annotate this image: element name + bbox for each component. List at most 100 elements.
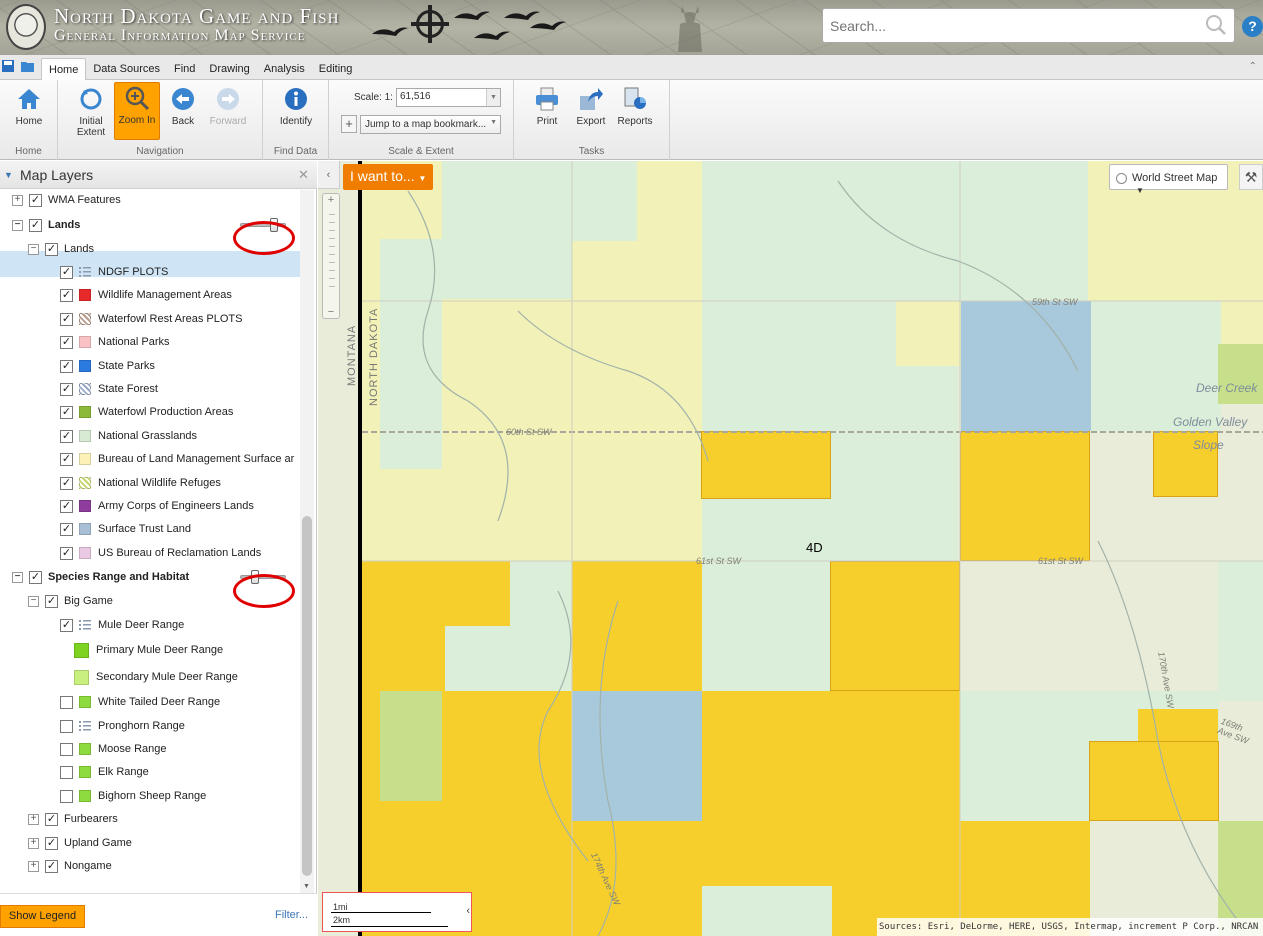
layer-row[interactable]: ✓ National Parks xyxy=(60,332,170,352)
expand-icon[interactable]: + xyxy=(12,194,23,206)
map-view[interactable]: MONTANA NORTH DAKOTA 59th St SW 60th St … xyxy=(318,161,1263,936)
collapse-icon[interactable]: − xyxy=(28,595,39,607)
layer-checkbox[interactable]: ✓ xyxy=(60,288,73,302)
layer-row[interactable]: + ✓ Furbearers xyxy=(28,809,118,829)
tab-home[interactable]: Home xyxy=(41,58,87,81)
zoom-ticks[interactable] xyxy=(329,214,335,294)
layer-checkbox[interactable]: ✓ xyxy=(60,522,73,536)
layer-row[interactable]: Moose Range xyxy=(60,739,167,759)
scale-dropdown-icon[interactable]: ▼ xyxy=(486,89,500,106)
collapse-icon[interactable]: − xyxy=(28,243,39,255)
layer-checkbox[interactable]: ✓ xyxy=(60,335,73,349)
tools-icon[interactable]: ⚒ xyxy=(1239,164,1263,190)
layer-row[interactable]: + ✓ WMA Features xyxy=(12,190,121,210)
save-icon[interactable] xyxy=(2,60,16,72)
reports-button[interactable]: Reports xyxy=(610,84,660,140)
help-icon[interactable]: ? xyxy=(1242,16,1263,37)
bookmark-dropdown[interactable]: Jump to a map bookmark... ▼ xyxy=(360,115,501,134)
layer-row[interactable]: ✓ US Bureau of Reclamation Lands xyxy=(60,543,261,563)
home-button[interactable]: Home xyxy=(4,84,54,140)
layer-checkbox[interactable]: ✓ xyxy=(60,382,73,396)
layer-row[interactable]: Elk Range xyxy=(60,762,149,782)
layer-checkbox[interactable]: ✓ xyxy=(45,836,58,850)
layer-row[interactable]: ✓ Mule Deer Range xyxy=(60,615,184,635)
layer-checkbox[interactable] xyxy=(60,765,73,779)
filter-link[interactable]: Filter... xyxy=(275,909,308,921)
layer-scrollbar[interactable]: ▼ xyxy=(300,190,314,893)
layer-row[interactable]: Bighorn Sheep Range xyxy=(60,786,206,806)
layer-row[interactable]: − ✓ Lands xyxy=(28,239,94,259)
layer-row[interactable]: Pronghorn Range xyxy=(60,716,185,736)
layer-checkbox[interactable]: ✓ xyxy=(29,570,42,584)
tab-drawing[interactable]: Drawing xyxy=(202,58,256,81)
layer-row[interactable]: ✓ NDGF PLOTS xyxy=(60,262,168,282)
collapse-scale-icon[interactable]: ‹ xyxy=(466,905,470,917)
expand-icon[interactable]: + xyxy=(28,813,39,825)
layer-checkbox[interactable] xyxy=(60,719,73,733)
layer-checkbox[interactable]: ✓ xyxy=(60,359,73,373)
layer-row[interactable]: − ✓ Big Game xyxy=(28,591,113,611)
add-bookmark-button[interactable]: + xyxy=(341,115,357,133)
tab-find[interactable]: Find xyxy=(167,58,202,81)
layer-row[interactable]: Secondary Mule Deer Range xyxy=(74,667,238,687)
zoom-slider[interactable]: + − xyxy=(322,193,340,319)
collapse-panel-button[interactable]: ‹ xyxy=(318,161,340,189)
search-input[interactable] xyxy=(823,9,1193,42)
layer-checkbox[interactable]: ✓ xyxy=(60,405,73,419)
layer-checkbox[interactable] xyxy=(60,742,73,756)
layer-checkbox[interactable]: ✓ xyxy=(60,312,73,326)
layer-row[interactable]: − ✓ Lands xyxy=(12,215,80,235)
layer-checkbox[interactable]: ✓ xyxy=(45,812,58,826)
layer-checkbox[interactable]: ✓ xyxy=(60,499,73,513)
tab-analysis[interactable]: Analysis xyxy=(257,58,312,81)
forward-button[interactable]: Forward xyxy=(203,84,253,140)
layer-checkbox[interactable] xyxy=(60,695,73,709)
layer-row[interactable]: ✓ Waterfowl Rest Areas PLOTS xyxy=(60,309,242,329)
collapse-icon[interactable]: − xyxy=(12,571,23,583)
layer-row[interactable]: ✓ Surface Trust Land xyxy=(60,519,191,539)
layer-row[interactable]: ✓ Waterfowl Production Areas xyxy=(60,402,233,422)
layer-checkbox[interactable]: ✓ xyxy=(45,242,58,256)
layer-row[interactable]: Primary Mule Deer Range xyxy=(74,640,223,660)
expand-icon[interactable]: + xyxy=(28,837,39,849)
layer-checkbox[interactable]: ✓ xyxy=(60,546,73,560)
print-button[interactable]: Print xyxy=(522,84,572,140)
tab-editing[interactable]: Editing xyxy=(312,58,360,81)
basemap-selector[interactable]: World Street Map ▼ xyxy=(1109,164,1228,195)
layer-checkbox[interactable]: ✓ xyxy=(60,452,73,466)
open-folder-icon[interactable] xyxy=(21,60,35,72)
scroll-down-icon[interactable]: ▼ xyxy=(303,883,310,890)
collapse-icon[interactable]: − xyxy=(12,219,23,231)
layer-row[interactable]: ✓ Bureau of Land Management Surface ar xyxy=(60,449,294,469)
layer-checkbox[interactable]: ✓ xyxy=(60,476,73,490)
layer-row[interactable]: − ✓ Species Range and Habitat xyxy=(12,567,189,587)
chevron-down-icon[interactable]: ▼ xyxy=(4,170,13,180)
layer-checkbox[interactable]: ✓ xyxy=(29,218,42,232)
layer-checkbox[interactable]: ✓ xyxy=(60,429,73,443)
layer-row[interactable]: + ✓ Upland Game xyxy=(28,833,132,853)
layer-row[interactable]: ✓ State Forest xyxy=(60,379,158,399)
search-icon[interactable] xyxy=(1205,14,1227,36)
layer-row[interactable]: ✓ Army Corps of Engineers Lands xyxy=(60,496,254,516)
layer-checkbox[interactable]: ✓ xyxy=(45,859,58,873)
layer-row[interactable]: ✓ Wildlife Management Areas xyxy=(60,285,232,305)
search-box[interactable] xyxy=(822,8,1235,43)
layer-row[interactable]: + ✓ Nongame xyxy=(28,856,112,876)
close-icon[interactable]: ✕ xyxy=(298,167,309,183)
i-want-to-button[interactable]: I want to... ▼ xyxy=(343,164,433,190)
identify-button[interactable]: Identify xyxy=(271,84,321,140)
collapse-ribbon-icon[interactable]: ⌃ xyxy=(1249,61,1257,72)
scale-input[interactable]: 61,516 ▼ xyxy=(396,88,501,107)
layer-row[interactable]: ✓ National Grasslands xyxy=(60,426,197,446)
initial-extent-button[interactable]: Initial Extent xyxy=(66,84,116,140)
layer-row[interactable]: White Tailed Deer Range xyxy=(60,692,220,712)
layer-checkbox[interactable]: ✓ xyxy=(60,265,73,279)
back-button[interactable]: Back xyxy=(158,84,208,140)
layer-row[interactable]: ✓ National Wildlife Refuges xyxy=(60,473,221,493)
show-legend-button[interactable]: Show Legend xyxy=(0,905,85,928)
tab-data-sources[interactable]: Data Sources xyxy=(86,58,167,81)
zoom-in-button[interactable]: Zoom In xyxy=(114,82,160,140)
layer-row[interactable]: ✓ State Parks xyxy=(60,356,155,376)
layer-checkbox[interactable] xyxy=(60,789,73,803)
expand-icon[interactable]: + xyxy=(28,860,39,872)
